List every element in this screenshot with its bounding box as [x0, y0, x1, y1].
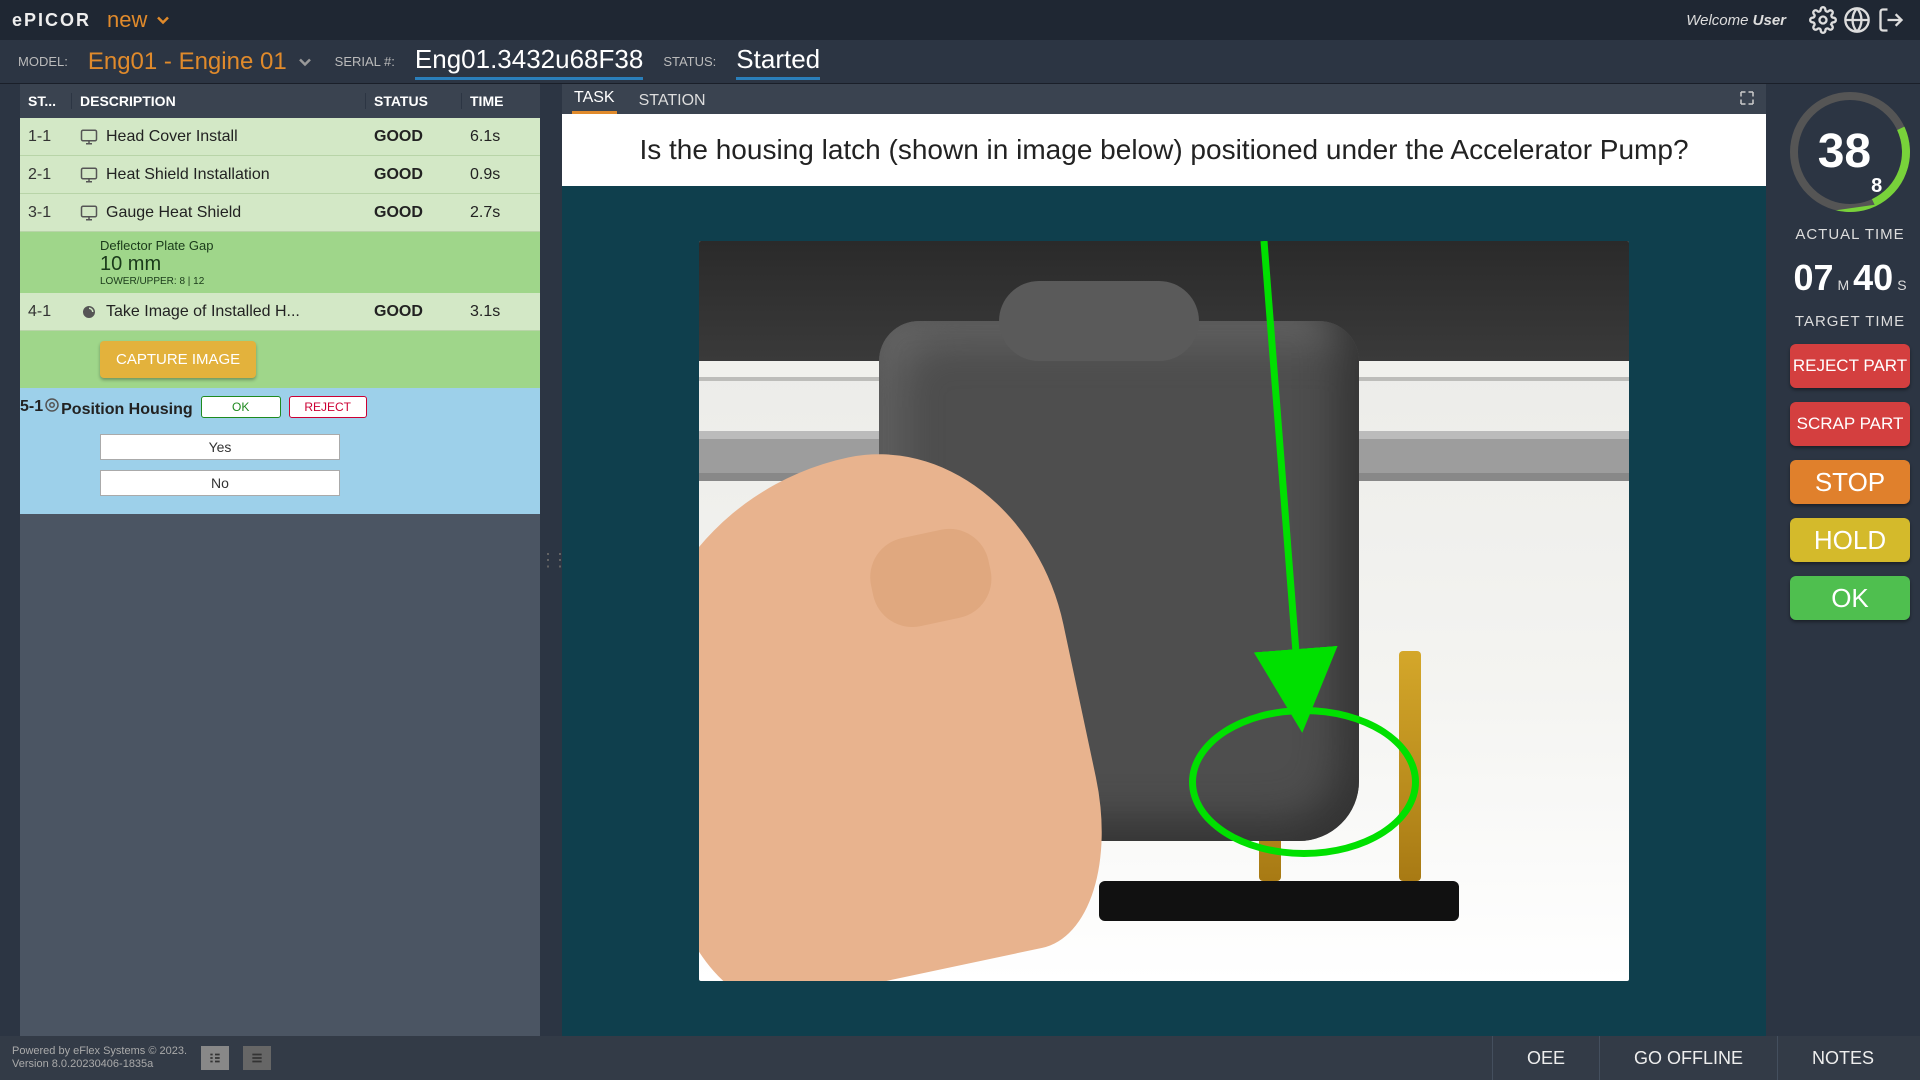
expand-icon[interactable] [1738, 89, 1756, 112]
col-desc[interactable]: DESCRIPTION [72, 93, 366, 109]
step-ok-button[interactable]: OK [201, 396, 281, 418]
serial-label: SERIAL #: [335, 54, 395, 69]
status-value: Started [736, 44, 820, 80]
model-dropdown[interactable]: Eng01 - Engine 01 [88, 48, 315, 76]
target-time-label: TARGET TIME [1795, 313, 1905, 330]
capture-image-button[interactable]: CAPTURE IMAGE [100, 341, 256, 378]
monitor-icon [80, 128, 98, 146]
step-row[interactable]: 2-1 Heat Shield Installation GOOD 0.9s [20, 156, 540, 194]
welcome-text: Welcome User [1686, 12, 1786, 29]
task-prompt: Is the housing latch (shown in image bel… [562, 114, 1766, 186]
monitor-icon [80, 166, 98, 184]
logout-icon[interactable] [1874, 3, 1908, 37]
target-icon [43, 396, 61, 414]
tabs: TASK STATION [562, 84, 1766, 114]
notes-button[interactable]: NOTES [1777, 1036, 1908, 1080]
col-time[interactable]: TIME [462, 93, 540, 109]
step-reject-button[interactable]: REJECT [289, 396, 367, 418]
monitor-icon [80, 204, 98, 222]
globe-icon[interactable] [1840, 3, 1874, 37]
oee-button[interactable]: OEE [1492, 1036, 1599, 1080]
credits: Powered by eFlex Systems © 2023. Version… [12, 1045, 187, 1071]
answer-block: Yes No [20, 426, 540, 514]
right-actions-panel: 388 ACTUAL TIME 07M 40S TARGET TIME REJE… [1780, 84, 1920, 1036]
step-row[interactable]: 4-1 Take Image of Installed H... GOOD 3.… [20, 293, 540, 331]
step-row[interactable]: 1-1 Head Cover Install GOOD 6.1s [20, 118, 540, 156]
new-label: new [107, 7, 147, 33]
footer: Powered by eFlex Systems © 2023. Version… [0, 1036, 1920, 1080]
chevron-down-icon [153, 10, 173, 30]
answer-yes-button[interactable]: Yes [100, 434, 340, 460]
measurement-value: 10 mm [100, 253, 532, 276]
hold-button[interactable]: HOLD [1790, 518, 1910, 562]
main: ST... DESCRIPTION STATUS TIME 1-1 Head C… [0, 84, 1920, 1036]
capture-row: CAPTURE IMAGE [20, 331, 540, 388]
measurement-label: Deflector Plate Gap [100, 238, 532, 253]
steps-panel: ST... DESCRIPTION STATUS TIME 1-1 Head C… [20, 84, 540, 1036]
grid-view-icon[interactable] [243, 1046, 271, 1070]
measurement-range: LOWER/UPPER: 8 | 12 [100, 276, 532, 287]
progress-gauge: 388 [1790, 92, 1910, 212]
actual-time-label: ACTUAL TIME [1795, 226, 1904, 243]
task-image-area [562, 186, 1766, 1036]
highlight-circle [1189, 707, 1419, 857]
tab-station[interactable]: STATION [637, 88, 708, 114]
panel-splitter[interactable]: ⋮⋮ [540, 84, 562, 1036]
steps-header: ST... DESCRIPTION STATUS TIME [20, 84, 540, 118]
stop-button[interactable]: STOP [1790, 460, 1910, 504]
topbar: ePICOR new Welcome User [0, 0, 1920, 40]
col-step[interactable]: ST... [20, 93, 72, 109]
camera-icon [80, 303, 98, 321]
current-step-row[interactable]: 5-1 Position Housing OK REJECT [20, 388, 540, 426]
answer-no-button[interactable]: No [100, 470, 340, 496]
model-label: MODEL: [18, 54, 68, 69]
center-panel: TASK STATION Is the housing latch (shown… [562, 84, 1766, 1036]
tab-task[interactable]: TASK [572, 85, 617, 114]
go-offline-button[interactable]: GO OFFLINE [1599, 1036, 1777, 1080]
measurement-block: Deflector Plate Gap 10 mm LOWER/UPPER: 8… [20, 232, 540, 293]
serial-value: Eng01.3432u68F38 [415, 44, 643, 80]
infobar: MODEL: Eng01 - Engine 01 SERIAL #: Eng01… [0, 40, 1920, 84]
task-image [699, 241, 1629, 981]
chevron-down-icon [295, 52, 315, 72]
gear-icon[interactable] [1806, 3, 1840, 37]
logo: ePICOR [12, 10, 91, 31]
actual-time-value: 07M 40S [1793, 257, 1906, 299]
col-status[interactable]: STATUS [366, 93, 462, 109]
new-dropdown[interactable]: new [107, 7, 173, 33]
scrap-part-button[interactable]: SCRAP PART [1790, 402, 1910, 446]
status-label: STATUS: [663, 54, 716, 69]
list-view-icon[interactable] [201, 1046, 229, 1070]
reject-part-button[interactable]: REJECT PART [1790, 344, 1910, 388]
step-row[interactable]: 3-1 Gauge Heat Shield GOOD 2.7s [20, 194, 540, 232]
ok-button[interactable]: OK [1790, 576, 1910, 620]
